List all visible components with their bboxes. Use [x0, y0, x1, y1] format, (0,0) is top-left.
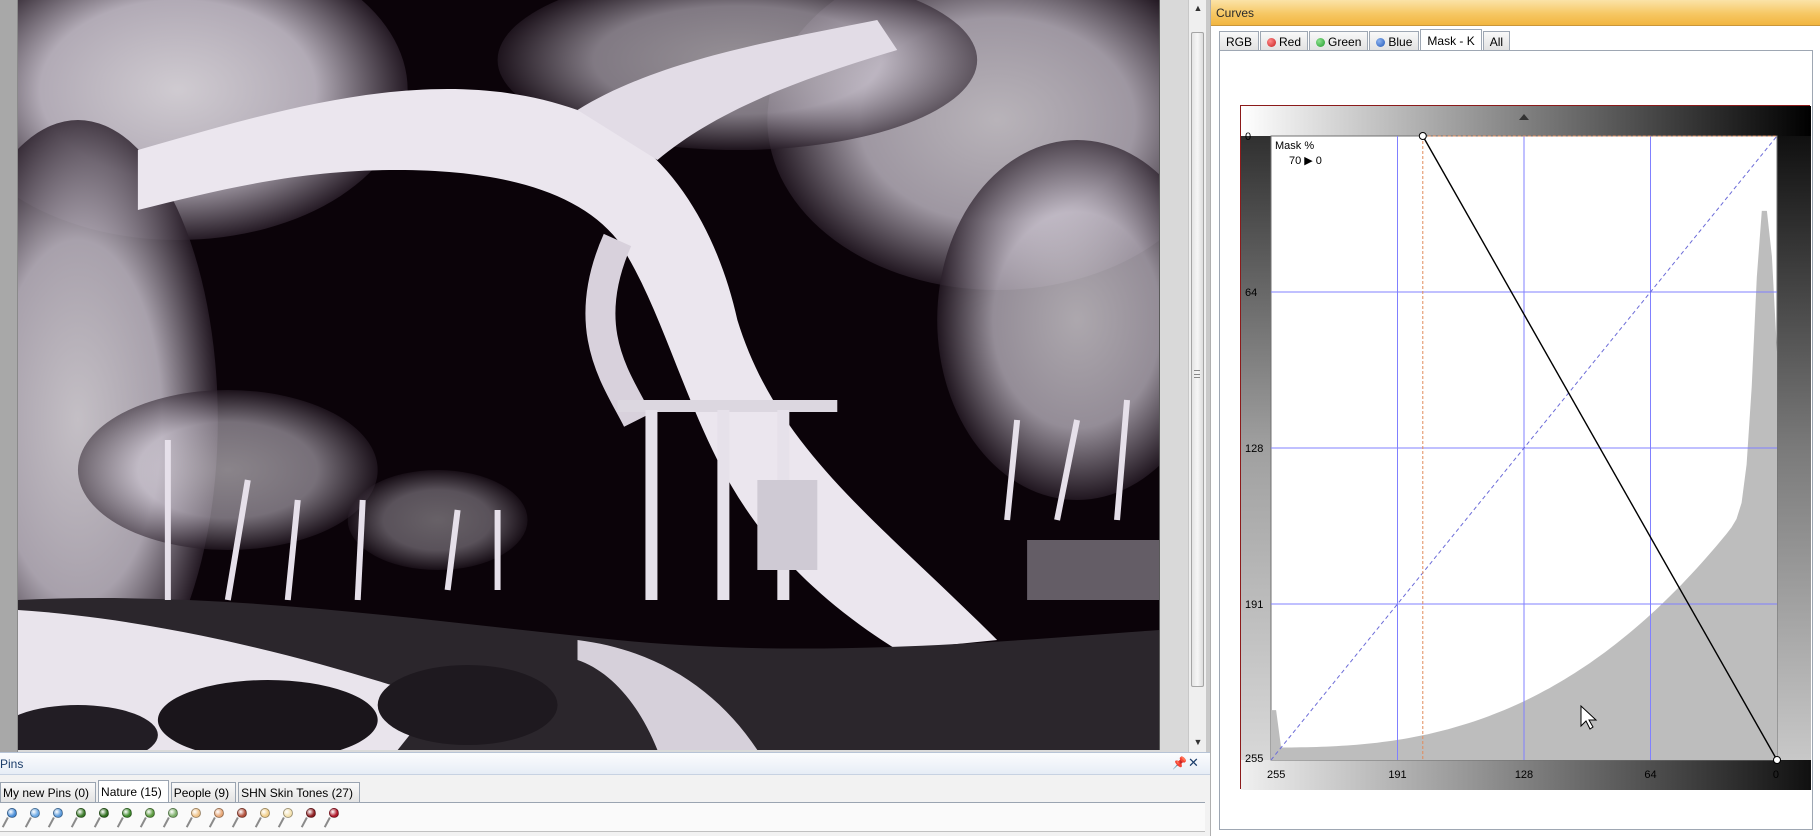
pin-icon[interactable]: [116, 808, 137, 830]
curves-titlebar: Curves: [1211, 0, 1820, 26]
scroll-down-arrow-icon[interactable]: ▼: [1189, 734, 1207, 751]
image-panel: ▲ ▼: [0, 0, 1210, 752]
pin-icon[interactable]: [47, 808, 68, 830]
pin-icon[interactable]: [70, 808, 91, 830]
scroll-up-arrow-icon[interactable]: ▲: [1189, 0, 1207, 17]
readout-label: Mask %: [1275, 140, 1314, 152]
blue-channel-icon: [1376, 37, 1386, 47]
pins-tabs: My new Pins (0) Nature (15) People (9) S…: [0, 780, 362, 802]
tab-mask-k-label: Mask - K: [1427, 34, 1475, 48]
tab-red-label: Red: [1279, 35, 1302, 49]
x-tick-label: 64: [1644, 769, 1656, 781]
close-icon[interactable]: ✕: [1188, 755, 1199, 771]
pushpin-icon[interactable]: 📌: [1172, 756, 1187, 770]
scrollbar-grip-icon: [1194, 370, 1200, 378]
y-tick-label: 255: [1245, 753, 1263, 765]
pins-tab-people[interactable]: People (9): [170, 782, 237, 802]
pin-icon[interactable]: [24, 808, 45, 830]
pin-icon[interactable]: [277, 808, 298, 830]
tab-rgb-label: RGB: [1226, 35, 1253, 49]
inverted-tree-photo: [18, 0, 1159, 750]
pins-panel: Pins 📌 ✕ My new Pins (0) Nature (15) Peo…: [0, 752, 1210, 836]
curves-title: Curves: [1216, 6, 1255, 20]
pin-icon[interactable]: [185, 808, 206, 830]
pin-icon[interactable]: [254, 808, 275, 830]
pin-icon[interactable]: [323, 808, 344, 830]
y-tick-label: 64: [1245, 287, 1257, 299]
top-gradient-bar: [1241, 106, 1811, 136]
curves-panel: Curves RGB Red Green Blue Mask - K All 0…: [1210, 0, 1820, 836]
tab-blue-label: Blue: [1388, 35, 1413, 49]
image-left-strip: [0, 0, 18, 752]
curves-body: 0 64 128 191 255 255 191 128 64 0 Mask % 70 ▶ 0: [1219, 50, 1813, 830]
tab-all-label: All: [1489, 35, 1504, 49]
curves-tabs: RGB Red Green Blue Mask - K All: [1219, 29, 1511, 50]
tab-all[interactable]: All: [1482, 31, 1511, 50]
pin-icon[interactable]: [300, 808, 321, 830]
readout-value: 70 ▶ 0: [1289, 155, 1322, 167]
curve-editor[interactable]: 0 64 128 191 255 255 191 128 64 0 Mask % 70 ▶ 0: [1240, 105, 1811, 790]
pins-header: Pins 📌 ✕: [0, 753, 1210, 775]
curve-point-handle[interactable]: [1418, 132, 1427, 140]
tab-green[interactable]: Green: [1309, 31, 1369, 50]
pins-tab-nature[interactable]: Nature (15): [98, 780, 169, 802]
pin-icon[interactable]: [162, 808, 183, 830]
curve-graph[interactable]: 0 64 128 191 255 255 191 128 64 0 Mask % 70 ▶ 0: [1241, 106, 1811, 790]
tab-rgb[interactable]: RGB: [1219, 31, 1260, 50]
red-channel-icon: [1267, 37, 1277, 47]
green-channel-icon: [1316, 37, 1326, 47]
pin-icon[interactable]: [208, 808, 229, 830]
vertical-scrollbar[interactable]: ▲ ▼: [1188, 0, 1206, 752]
x-tick-label: 128: [1515, 769, 1533, 781]
pins-strip: [0, 802, 1205, 832]
pin-icon[interactable]: [93, 808, 114, 830]
tab-blue[interactable]: Blue: [1369, 31, 1420, 50]
curve-point-handle[interactable]: [1773, 756, 1781, 764]
pin-icon[interactable]: [1, 808, 22, 830]
image-canvas[interactable]: [18, 0, 1160, 750]
pin-icon[interactable]: [231, 808, 252, 830]
pins-title: Pins: [0, 757, 24, 771]
y-tick-label: 191: [1245, 599, 1263, 611]
right-gradient-bar: [1777, 136, 1811, 760]
pins-tab-my-new-pins[interactable]: My new Pins (0): [0, 782, 97, 802]
y-tick-label: 0: [1245, 131, 1251, 143]
tab-red[interactable]: Red: [1260, 31, 1309, 50]
scrollbar-thumb[interactable]: [1191, 32, 1204, 687]
y-tick-label: 128: [1245, 443, 1263, 455]
pin-icon[interactable]: [139, 808, 160, 830]
pins-tab-skin-tones[interactable]: SHN Skin Tones (27): [238, 782, 360, 802]
tab-green-label: Green: [1328, 35, 1362, 49]
x-tick-label: 0: [1773, 769, 1779, 781]
x-tick-label: 191: [1388, 769, 1406, 781]
x-tick-label: 255: [1267, 769, 1285, 781]
tab-mask-k[interactable]: Mask - K: [1420, 29, 1482, 50]
